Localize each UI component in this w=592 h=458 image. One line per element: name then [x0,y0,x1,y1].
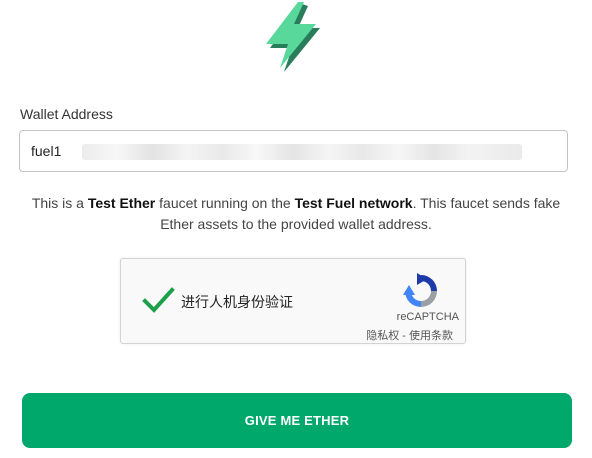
checkmark-icon[interactable] [141,283,175,317]
recaptcha-brand-text: reCAPTCHA [396,311,459,323]
fuel-lightning-logo-icon [266,2,320,72]
captcha-label: 进行人机身份验证 [181,294,293,310]
desc-bold-test-fuel-network: Test Fuel network [294,195,413,211]
faucet-description: This is a Test Ether faucet running on t… [20,193,572,235]
wallet-address-label: Wallet Address [20,106,113,122]
give-me-ether-button[interactable]: GIVE ME ETHER [22,393,572,448]
redacted-address-blur [82,144,522,160]
recaptcha-privacy-terms-links[interactable]: 隐私权 - 使用条款 [366,327,453,343]
faucet-page: Wallet Address fuel1 This is a Test Ethe… [0,0,592,458]
desc-text-2: faucet running on the [155,195,295,211]
wallet-address-input[interactable]: fuel1 [19,130,568,172]
recaptcha-widget[interactable]: 进行人机身份验证 reCAPTCHA 隐私权 - 使用条款 [120,258,466,344]
desc-text-1: This is a [31,195,88,211]
desc-bold-test-ether: Test Ether [87,195,156,211]
recaptcha-icon [403,273,437,307]
wallet-address-value: fuel1 [31,143,62,159]
